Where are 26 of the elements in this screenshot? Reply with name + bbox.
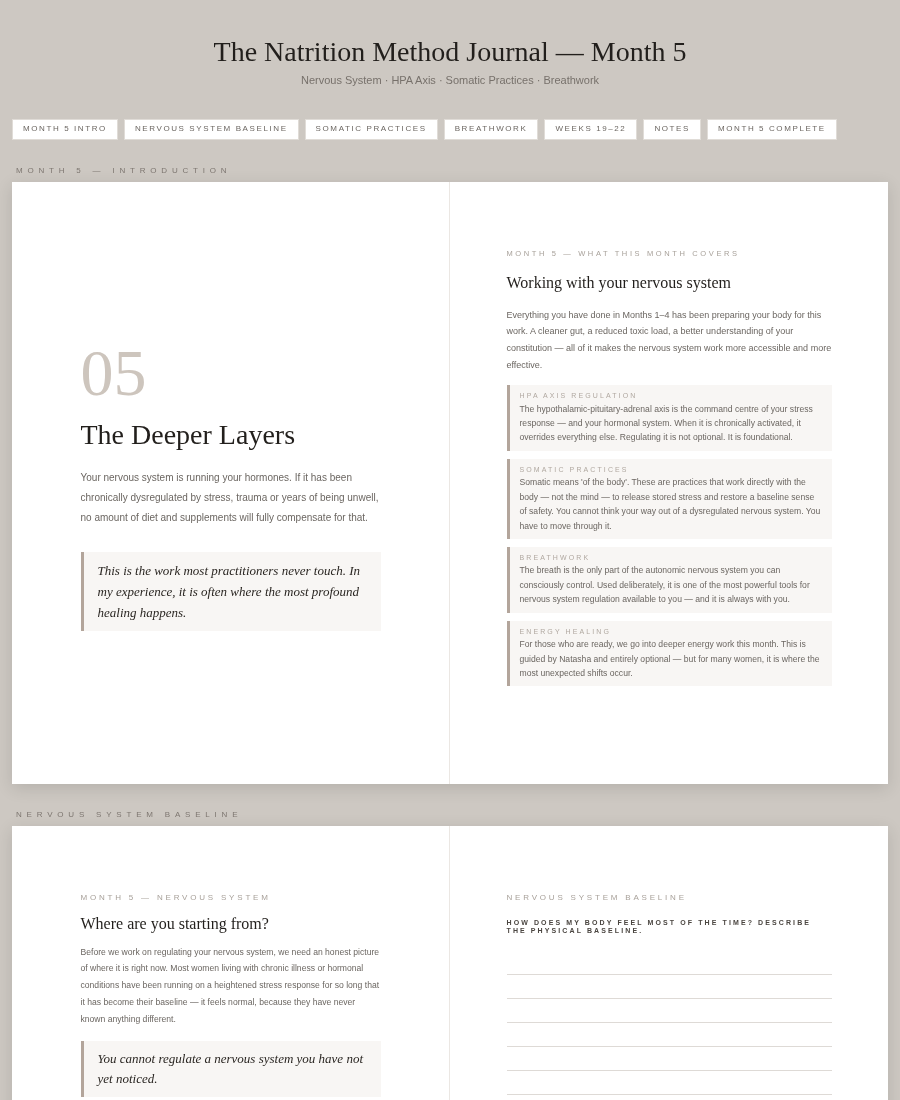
chapter-intro: Your nervous system is running your hormones. If it has been chronically dysregulated by stress, trauma or years of being unwell, no amount of diet and supplements will fully compensate for that. (80, 470, 380, 525)
chapter-number: 05 (80, 339, 148, 406)
card-text: The breath is the only part of the autonomic nervous system you can consciously control. Used deliberately, it is one of the most powerful tools for nervous system regulation available to you — and it is always with you. (519, 564, 811, 607)
nav-tab[interactable]: SOMATIC PRACTICES (304, 118, 438, 140)
journal-subtitle: Nervous System · HPA Axis · Somatic Practices · Breathwork (300, 73, 600, 88)
section-label: MONTH 5 — INTRODUCTION (15, 164, 233, 177)
card-text: The hypothalamic-pituitary-adrenal axis is the command centre of your stress response — and your hormonal system. When it is chronically activated, it overrides everything else. Regulating it is not optional. It is foundational. (519, 402, 814, 445)
nav-tab[interactable]: MONTH 5 INTRO (12, 118, 118, 140)
quote-text: This is the work most practitioners never touch. In my experience, it is often where the most profound healing happens. (97, 561, 361, 622)
nav-tab[interactable]: BREATHWORK (443, 118, 539, 140)
section-label: NERVOUS SYSTEM BASELINE (15, 808, 244, 821)
page-intro: Before we work on regulating your nervous system, we need an honest picture of where it is right now. Most women living with chronic illness or hormonal conditions have been running on a heightened stress response for so long that it has become their baseline — it feels normal, because they have never known anything different. (80, 945, 381, 1026)
quote-text: You cannot regulate a nervous system you have not yet noticed. (97, 1050, 365, 1089)
page-title: Where are you starting from? (80, 913, 270, 935)
page-intro: Everything you have done in Months 1–4 has been preparing your body for this work. A cleaner gut, a reduced toxic load, a better understanding of your constitution — all of it makes the nervous system work more accessible and more effective. (506, 308, 832, 372)
nav-tab[interactable]: NERVOUS SYSTEM BASELINE (123, 118, 299, 140)
nav-tab[interactable]: NOTES (643, 118, 701, 140)
card-text: For those who are ready, we go into deeper energy work this month. This is guided by Natasha and entirely optional — but for many women, it is where the most unexpected shifts occur. (519, 638, 821, 680)
eyebrow-label: MONTH 5 — NERVOUS SYSTEM (80, 891, 272, 904)
page-title: Working with your nervous system (506, 272, 732, 294)
chapter-title: The Deeper Layers (80, 417, 297, 452)
nav-tab[interactable]: MONTH 5 COMPLETE (706, 118, 837, 140)
nav-tab[interactable]: WEEKS 19–22 (544, 118, 638, 140)
card-text: Somatic means 'of the body'. These are practices that work directly with the body — not the mind — to release stored stress and restore a baseline sense of safety. You cannot think your way out of a dysregulated nervous system. You have to move through it. (519, 476, 822, 533)
journal-title: The Natrition Method Journal — Month 5 (213, 35, 687, 69)
eyebrow-label: NERVOUS SYSTEM BASELINE (506, 891, 688, 904)
